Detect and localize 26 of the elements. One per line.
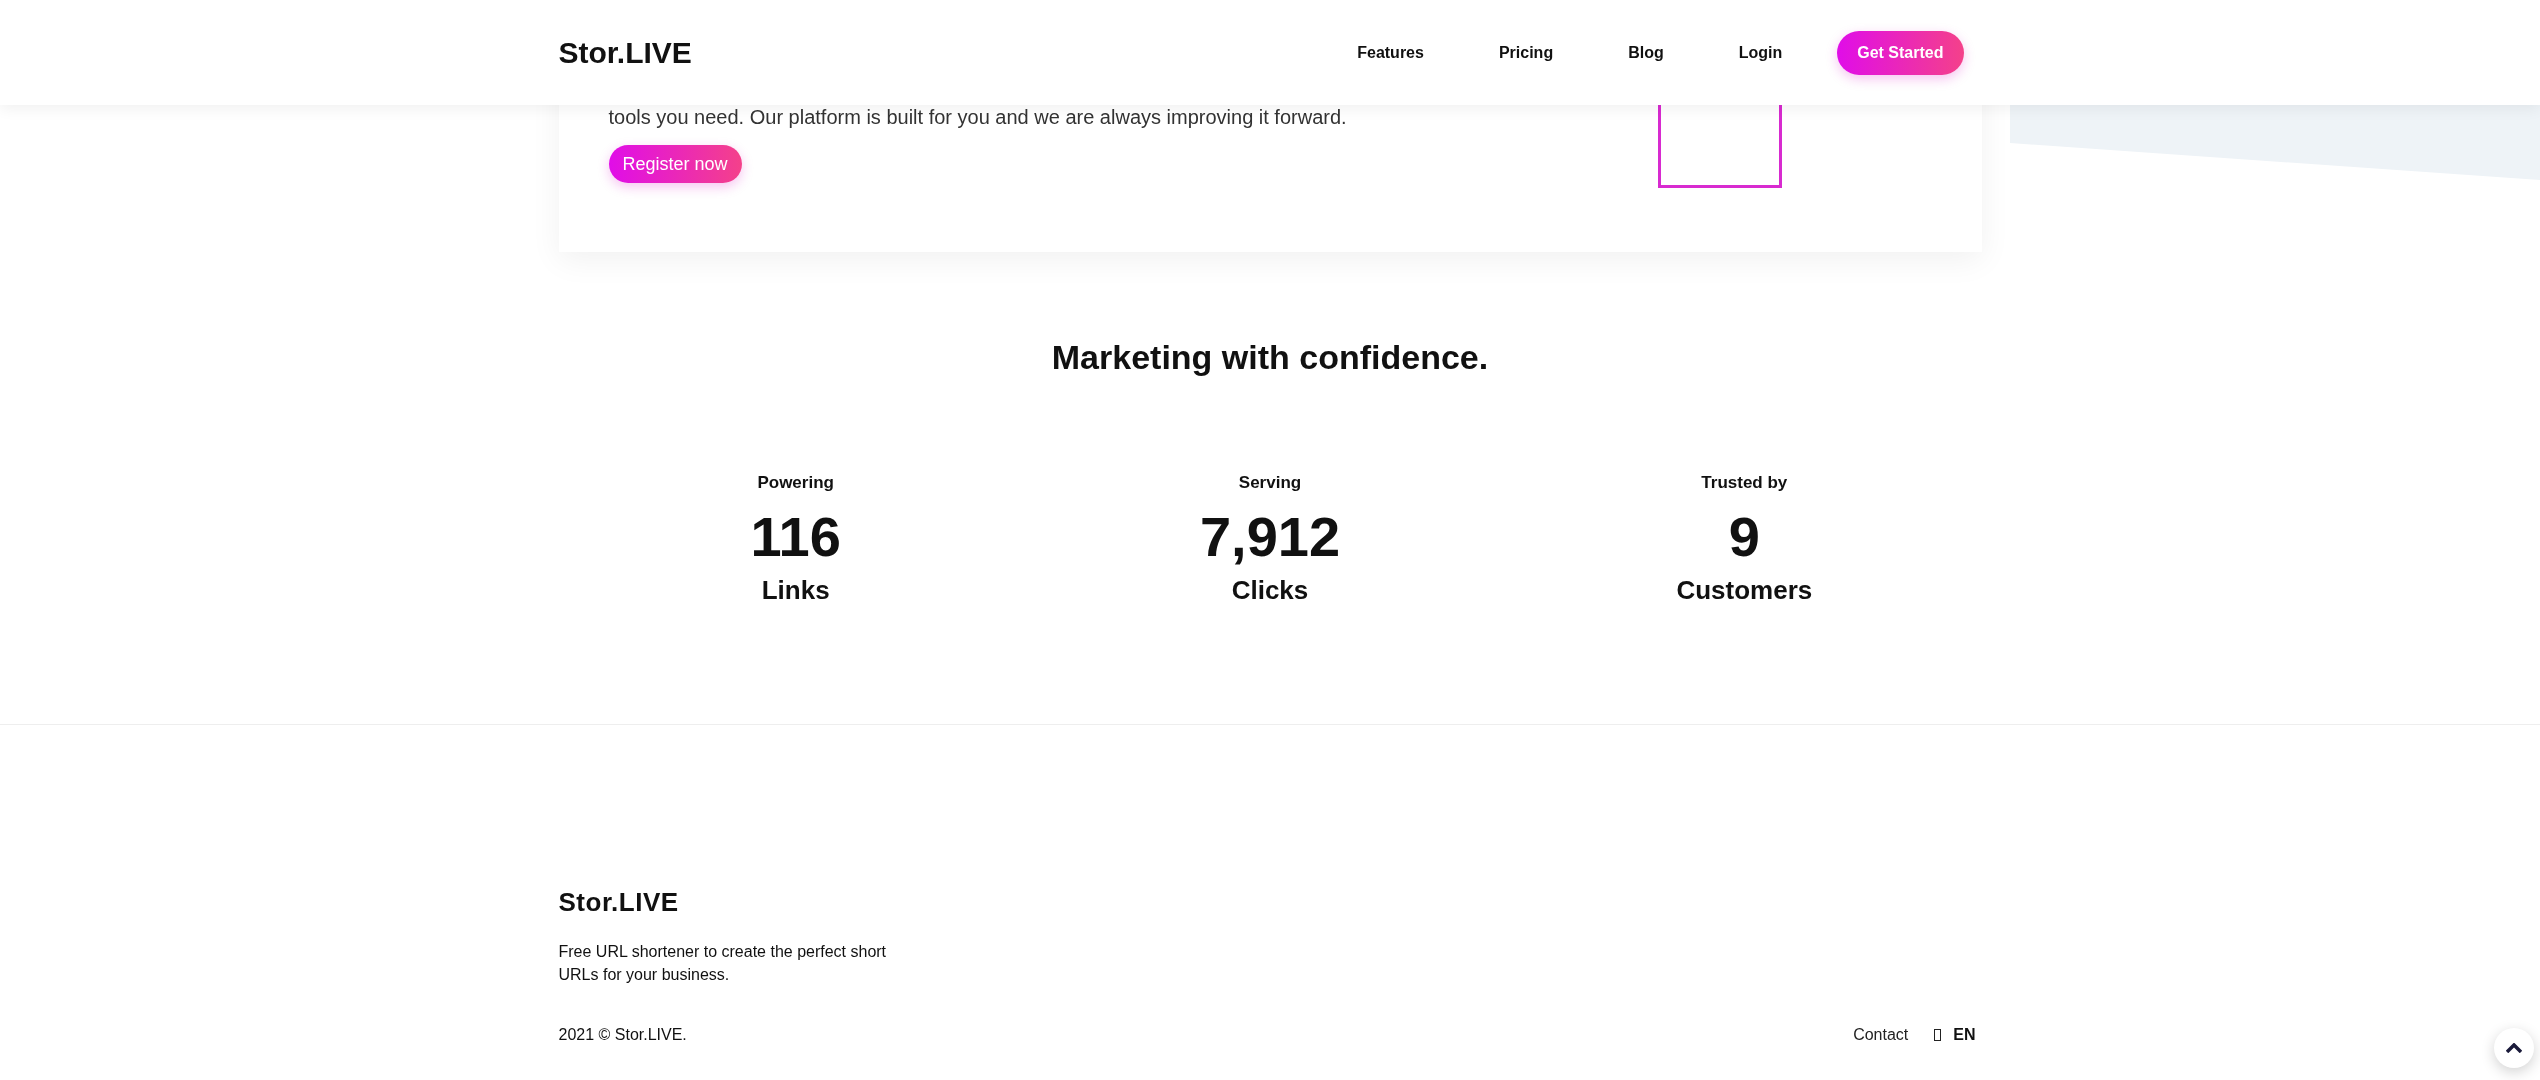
get-started-button[interactable]: Get Started xyxy=(1837,30,1964,75)
language-selector[interactable]: EN xyxy=(1953,1026,1976,1044)
stat-unit: Clicks xyxy=(1230,575,1310,606)
scroll-to-top-button[interactable] xyxy=(2494,1028,2534,1068)
card-text: tools you need. Our platform is built for you and we are always improving it forward. xyxy=(608,106,1347,128)
stat-value: 116 xyxy=(749,505,842,569)
stat-label: Serving xyxy=(1237,473,1303,493)
footer-description: Free URL shortener to create the perfect short URLs for your business. xyxy=(558,942,888,985)
footer-link[interactable]: Contact xyxy=(1853,1026,1909,1044)
missing-glyph-icon xyxy=(1934,1029,1942,1041)
stat-label: Powering xyxy=(756,473,835,493)
register-button[interactable]: Register now xyxy=(608,145,742,183)
copyright-text: 2021 © Stor.LIVE. xyxy=(558,1026,687,1044)
stat-label: Trusted by xyxy=(1700,473,1789,493)
footer-logo[interactable]: Stor.LIVE xyxy=(558,887,1982,918)
site-logo[interactable]: Stor.LIVE xyxy=(558,35,692,70)
nav-link[interactable]: Blog xyxy=(1628,43,1664,62)
section-title: Marketing with confidence. xyxy=(1050,338,1490,377)
stat-value: 9 xyxy=(1727,505,1761,569)
stat-value: 7,912 xyxy=(1198,505,1342,569)
nav-link[interactable]: Features xyxy=(1357,43,1424,62)
chevron-up-icon xyxy=(2506,1043,2522,1053)
nav-link[interactable]: Pricing xyxy=(1498,43,1554,62)
stat-unit: Links xyxy=(760,575,831,606)
nav-link[interactable]: Login xyxy=(1738,43,1783,62)
stat-unit: Customers xyxy=(1675,575,1814,606)
